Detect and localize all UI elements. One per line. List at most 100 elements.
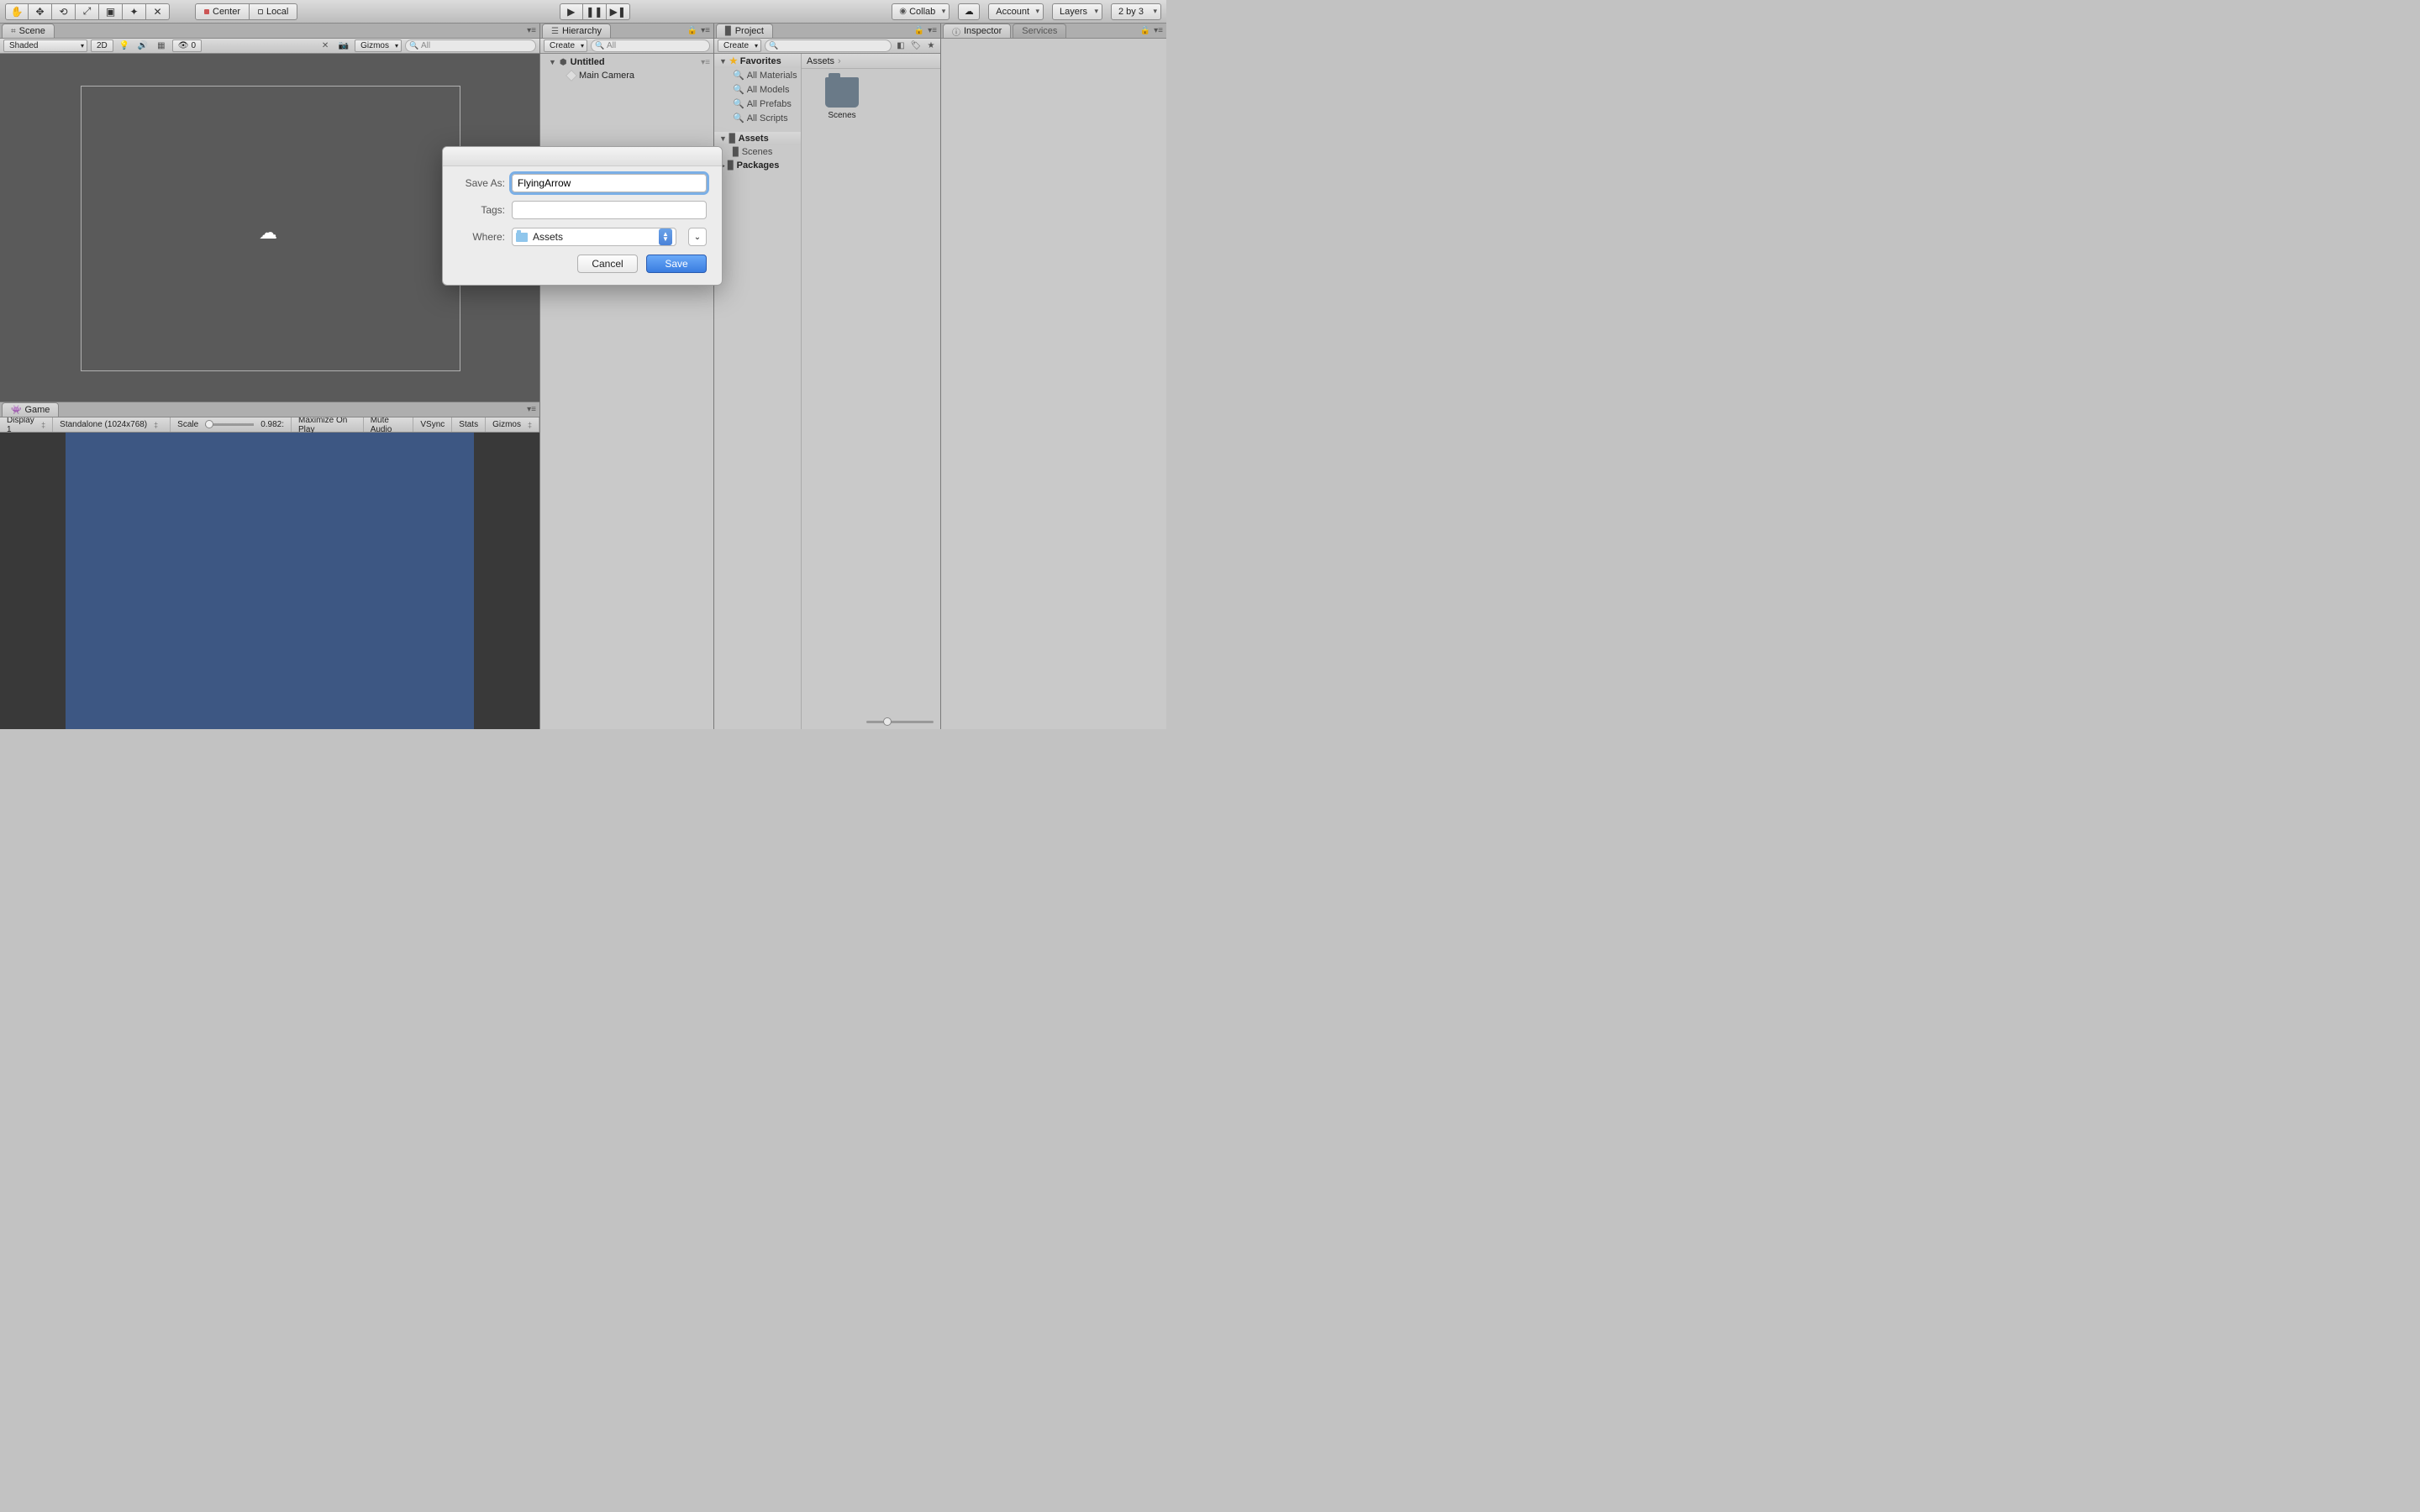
disclosure-icon: ▼ <box>549 58 556 66</box>
rotate-tool[interactable]: ⟲ <box>52 3 76 20</box>
layers-dropdown[interactable]: Layers <box>1052 3 1102 20</box>
scene-tab-row: ⌗Scene ▾≡ <box>0 24 539 39</box>
display-dropdown[interactable]: Display 1 <box>0 417 53 432</box>
project-toolbar: Create ◧ 🏷 ★ <box>714 39 940 54</box>
save-dialog: Save As: Tags: Where: Assets ▲▼ ⌄ Cancel… <box>442 146 723 286</box>
pause-button[interactable]: ❚❚ <box>583 3 607 20</box>
play-button[interactable]: ▶ <box>560 3 583 20</box>
rect-tool[interactable]: ▣ <box>99 3 123 20</box>
panel-menu-icon[interactable]: ▾≡ <box>527 26 536 35</box>
asset-item[interactable]: Scenes <box>817 77 867 120</box>
where-value: Assets <box>533 231 563 243</box>
services-tab[interactable]: Services <box>1013 24 1066 38</box>
panel-menu-icon[interactable]: ▾≡ <box>928 26 937 35</box>
scene-toolbar: Shaded 2D 💡 🔊 ▦ 👁0 ✕ 📷 Gizmos All <box>0 39 539 54</box>
lighting-toggle[interactable]: 💡 <box>117 39 132 52</box>
hierarchy-search[interactable]: All <box>591 39 710 52</box>
expand-button[interactable]: ⌄ <box>688 228 707 246</box>
mode-2d-button[interactable]: 2D <box>91 39 113 52</box>
project-icon: ▉ <box>725 27 732 36</box>
search-icon: 🔍 <box>733 70 744 81</box>
inspector-tab[interactable]: ⓘInspector <box>943 24 1011 38</box>
scale-control[interactable]: Scale0.982: <box>171 417 292 432</box>
game-tab-row: 👾Game ▾≡ <box>0 402 539 417</box>
hidden-count[interactable]: 👁0 <box>172 39 202 52</box>
cancel-button[interactable]: Cancel <box>577 255 638 273</box>
tags-label: Tags: <box>458 204 505 216</box>
collab-dropdown[interactable]: ◉ Collab <box>892 3 950 20</box>
hand-tool[interactable]: ✋ <box>5 3 29 20</box>
stats-toggle[interactable]: Stats <box>452 417 486 432</box>
lock-icon[interactable]: 🔒 <box>1140 26 1150 35</box>
project-grid: Assets› Scenes <box>802 54 940 729</box>
pivot-center-button[interactable]: Center <box>195 3 250 20</box>
where-dropdown[interactable]: Assets ▲▼ <box>512 228 676 246</box>
search-icon: 🔍 <box>733 98 744 109</box>
maximize-toggle[interactable]: Maximize On Play <box>292 417 364 432</box>
favorites-header[interactable]: ▼★Favorites <box>714 54 801 68</box>
project-tab[interactable]: ▉Project <box>716 24 773 38</box>
filter-icon[interactable]: ◧ <box>895 39 907 52</box>
scene-menu-icon[interactable]: ▾≡ <box>701 58 710 67</box>
project-create-button[interactable]: Create <box>718 39 761 52</box>
cloud-icon: ☁ <box>965 6 974 17</box>
favorite-filter[interactable]: 🔍All Prefabs <box>714 97 801 111</box>
label-icon[interactable]: 🏷 <box>910 39 922 52</box>
panel-menu-icon[interactable]: ▾≡ <box>1154 26 1163 35</box>
transform-tool[interactable]: ✦ <box>123 3 146 20</box>
save-button[interactable]: Save <box>646 255 707 273</box>
local-icon <box>258 9 263 14</box>
scene-search[interactable]: All <box>405 39 536 52</box>
panel-menu-icon[interactable]: ▾≡ <box>527 405 536 414</box>
hierarchy-create-button[interactable]: Create <box>544 39 587 52</box>
mute-toggle[interactable]: Mute Audio <box>364 417 414 432</box>
hierarchy-toolbar: Create All <box>540 39 713 54</box>
favorite-filter[interactable]: 🔍All Scripts <box>714 111 801 125</box>
project-search[interactable] <box>765 39 892 52</box>
move-tool[interactable]: ✥ <box>29 3 52 20</box>
pivot-local-button[interactable]: Local <box>250 3 297 20</box>
camera-icon[interactable]: 📷 <box>336 39 351 52</box>
fx-toggle[interactable]: ▦ <box>154 39 169 52</box>
lock-icon[interactable]: 🔒 <box>687 26 697 35</box>
save-as-input[interactable] <box>512 174 707 192</box>
audio-toggle[interactable]: 🔊 <box>135 39 150 52</box>
folder-icon <box>825 77 859 108</box>
folder-item[interactable]: ▉Scenes <box>714 145 801 159</box>
tags-input[interactable] <box>512 201 707 219</box>
scene-name: Untitled <box>571 57 605 67</box>
inspector-body <box>941 39 1166 729</box>
shading-dropdown[interactable]: Shaded <box>3 39 87 52</box>
game-gizmos-dropdown[interactable]: Gizmos <box>486 417 539 432</box>
layout-dropdown[interactable]: 2 by 3 <box>1111 3 1161 20</box>
hierarchy-item[interactable]: Main Camera <box>540 69 713 82</box>
favorite-icon[interactable]: ★ <box>925 39 937 52</box>
grid-size-slider[interactable] <box>866 717 934 726</box>
scale-tool[interactable]: ⤢ <box>76 3 99 20</box>
eye-icon: 👁 <box>178 41 189 50</box>
aspect-dropdown[interactable]: Standalone (1024x768) <box>53 417 171 432</box>
vsync-toggle[interactable]: VSync <box>413 417 452 432</box>
hierarchy-tab[interactable]: ☰Hierarchy <box>542 24 611 38</box>
assets-folder[interactable]: ▼▉Assets <box>714 132 801 145</box>
game-tab[interactable]: 👾Game <box>2 402 59 417</box>
gizmos-dropdown[interactable]: Gizmos <box>355 39 402 52</box>
cloud-button[interactable]: ☁ <box>958 3 980 20</box>
favorite-filter[interactable]: 🔍All Models <box>714 82 801 97</box>
lock-icon[interactable]: 🔒 <box>914 26 924 35</box>
asset-label: Scenes <box>828 111 855 120</box>
breadcrumb[interactable]: Assets› <box>802 54 940 69</box>
hierarchy-item-label: Main Camera <box>579 71 634 81</box>
step-button[interactable]: ▶❚ <box>607 3 630 20</box>
panel-menu-icon[interactable]: ▾≡ <box>701 26 710 35</box>
play-controls: ▶ ❚❚ ▶❚ <box>560 3 630 20</box>
custom-tool[interactable]: ✕ <box>146 3 170 20</box>
account-dropdown[interactable]: Account <box>988 3 1044 20</box>
scene-root[interactable]: ▼ ⬢ Untitled ▾≡ <box>540 55 713 69</box>
scene-tab[interactable]: ⌗Scene <box>2 24 55 38</box>
camera-gizmo-icon: ☁ <box>259 222 277 244</box>
game-icon: 👾 <box>11 406 21 415</box>
gizmo-settings[interactable]: ✕ <box>318 39 333 52</box>
packages-folder[interactable]: ▶▉Packages <box>714 159 801 172</box>
favorite-filter[interactable]: 🔍All Materials <box>714 68 801 82</box>
